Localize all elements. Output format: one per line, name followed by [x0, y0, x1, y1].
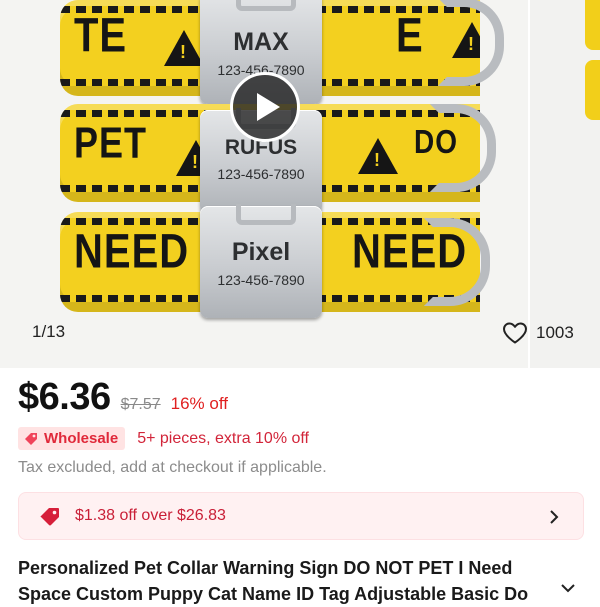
image-counter: 1/13	[32, 322, 66, 341]
tag-name: MAX	[233, 28, 289, 56]
product-photo[interactable]: TE E MAX 123-456-7890 PET DO RUFUS 123-4…	[0, 0, 528, 368]
current-price: $6.36	[18, 376, 111, 418]
heart-outline-icon	[503, 322, 527, 344]
original-price: $7.57	[120, 396, 161, 413]
d-ring	[430, 104, 496, 192]
favorites-count: 1003	[536, 323, 574, 342]
id-buckle-tag: Pixel 123-456-7890	[200, 204, 322, 318]
d-ring	[424, 218, 490, 306]
product-title-line: Personalized Pet Collar Warning Sign DO …	[18, 558, 513, 578]
product-media-gallery[interactable]: TE E MAX 123-456-7890 PET DO RUFUS 123-4…	[0, 0, 600, 368]
play-icon	[257, 93, 280, 121]
d-ring	[438, 0, 504, 86]
discount-percent: 16% off	[170, 394, 228, 413]
strap-print: TE	[74, 9, 128, 63]
coupon-banner[interactable]: $1.38 off over $26.83	[18, 492, 584, 540]
warning-triangle-icon	[164, 30, 204, 66]
product-title: Personalized Pet Collar Warning Sign DO …	[18, 555, 566, 607]
chevron-down-icon[interactable]	[561, 584, 575, 593]
price-tag-icon	[40, 508, 59, 526]
wholesale-note: 5+ pieces, extra 10% off	[137, 429, 309, 447]
favorite-button[interactable]: 1003	[502, 320, 574, 346]
tax-note: Tax excluded, add at checkout if applica…	[18, 459, 327, 476]
product-title-line: Space Custom Puppy Cat Name ID Tag Adjus…	[18, 584, 529, 604]
warning-triangle-icon	[358, 138, 398, 174]
tag-phone: 123-456-7890	[217, 166, 305, 182]
play-video-button[interactable]	[230, 72, 300, 142]
wholesale-label: Wholesale	[44, 430, 119, 447]
strap-print-e: E	[396, 9, 424, 63]
price-row: $6.36 $7.57 16% off	[18, 376, 228, 419]
wholesale-badge: Wholesale	[18, 427, 126, 450]
coupon-text: $1.38 off over $26.83	[75, 507, 226, 524]
chevron-right-icon	[550, 510, 559, 524]
strap-print: PET	[74, 117, 148, 167]
next-photo-preview[interactable]	[530, 0, 600, 368]
tag-icon	[25, 432, 37, 445]
wholesale-row[interactable]: Wholesale 5+ pieces, extra 10% off	[18, 427, 309, 450]
tag-phone: 123-456-7890	[217, 272, 305, 288]
tag-name: Pixel	[231, 238, 291, 266]
